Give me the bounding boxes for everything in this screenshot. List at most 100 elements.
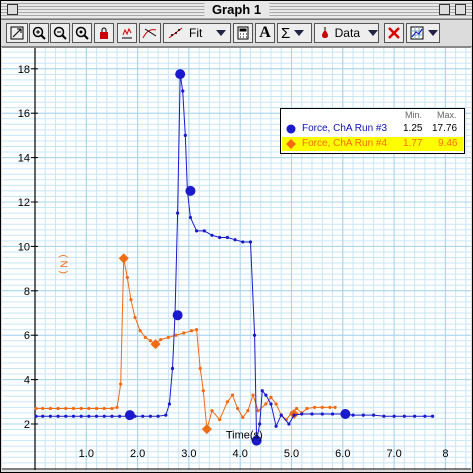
- data-point: [279, 413, 283, 417]
- calculator-button[interactable]: [233, 23, 253, 43]
- data-point: [181, 89, 185, 93]
- y-tick-label: 16: [18, 108, 30, 120]
- data-point: [87, 406, 91, 411]
- data-point: [156, 414, 160, 418]
- stats-icon: [122, 27, 132, 39]
- data-point: [41, 406, 45, 411]
- legend-row-run4[interactable]: Force, ChA Run #4 1.77 9.46: [282, 137, 463, 151]
- data-point: [64, 406, 68, 411]
- data-point: [79, 406, 83, 411]
- circle-marker: [172, 310, 183, 321]
- text-tool-button[interactable]: A: [255, 23, 275, 43]
- circle-marker-icon: [286, 124, 296, 134]
- fit-menu[interactable]: Fit: [163, 23, 231, 43]
- data-point: [159, 338, 163, 342]
- data-point: [413, 414, 417, 418]
- examine-button[interactable]: [72, 23, 92, 43]
- legend-series-name: Force, ChA Run #3: [302, 123, 388, 134]
- diamond-marker: [201, 424, 212, 435]
- lock-icon: [100, 27, 108, 39]
- chevron-down-icon: [368, 30, 378, 36]
- data-point: [251, 393, 255, 397]
- data-point: [133, 315, 137, 320]
- data-point: [71, 414, 76, 418]
- data-point: [382, 414, 386, 418]
- tangent-button[interactable]: [139, 23, 161, 43]
- data-point: [292, 413, 296, 417]
- lock-button[interactable]: [94, 23, 114, 43]
- x-tick-label: 2.0: [130, 448, 145, 460]
- data-point: [194, 328, 199, 332]
- tangent-icon: [142, 28, 157, 39]
- data-point: [118, 414, 122, 418]
- data-point: [305, 406, 309, 411]
- data-point: [194, 229, 199, 233]
- data-point: [241, 240, 245, 244]
- data-point: [94, 406, 99, 411]
- data-point: [264, 393, 268, 397]
- data-point: [361, 413, 365, 417]
- zoom-in-button[interactable]: [29, 23, 49, 43]
- data-point: [274, 402, 278, 406]
- collapse-box[interactable]: [455, 4, 466, 15]
- x-tick-label: 3.0: [181, 448, 196, 460]
- data-point: [141, 414, 145, 418]
- data-point: [148, 414, 153, 418]
- legend-max-value: 9.46: [438, 138, 458, 149]
- zoom-box[interactable]: [439, 4, 450, 15]
- legend-min-value: 1.25: [403, 123, 423, 134]
- integral-menu[interactable]: Σ: [277, 23, 312, 43]
- autoscale-icon: [10, 26, 24, 40]
- zoom-out-button[interactable]: [50, 23, 70, 43]
- delete-button[interactable]: [384, 23, 404, 43]
- data-point: [102, 414, 106, 418]
- data-point: [230, 393, 235, 397]
- data-point: [138, 329, 142, 333]
- y-tick-label: 18: [18, 64, 30, 76]
- text-tool-label: A: [259, 24, 271, 41]
- stats-button[interactable]: [117, 23, 137, 43]
- data-point: [198, 366, 202, 371]
- chart-legend[interactable]: Min. Max. Force, ChA Run #3 1.25 17.76 F…: [280, 108, 465, 154]
- data-point: [236, 406, 240, 411]
- data-drop-icon: [322, 27, 328, 38]
- data-point: [371, 413, 376, 417]
- toolbar: Fit A Σ Data: [1, 20, 472, 47]
- data-point: [176, 211, 180, 215]
- legend-series-name: Force, ChA Run #4: [302, 138, 388, 149]
- data-point: [328, 405, 332, 409]
- data-point: [79, 414, 83, 418]
- chevron-down-icon: [216, 30, 227, 36]
- curve-fit-icon: [168, 27, 183, 39]
- graph-options-menu[interactable]: [406, 23, 440, 43]
- title-bar[interactable]: Graph 1: [1, 1, 472, 20]
- data-point: [167, 402, 172, 406]
- data-point: [269, 395, 273, 399]
- data-point: [351, 413, 355, 417]
- calculator-icon: [237, 26, 249, 40]
- data-point: [300, 412, 304, 416]
- data-point: [287, 422, 291, 426]
- x-tick-label: 8: [442, 448, 448, 460]
- close-box[interactable]: [7, 4, 18, 15]
- autoscale-button[interactable]: [6, 23, 28, 43]
- data-point: [225, 235, 229, 240]
- data-point: [218, 235, 222, 240]
- data-point: [166, 335, 170, 340]
- data-point: [241, 415, 245, 419]
- x-tick-label: 6.0: [335, 448, 350, 460]
- data-point: [148, 339, 153, 343]
- data-menu[interactable]: Data: [314, 23, 379, 43]
- data-point: [188, 215, 193, 220]
- data-point: [392, 414, 396, 418]
- data-point: [41, 414, 45, 418]
- data-point: [225, 400, 229, 404]
- data-label: Data: [334, 26, 360, 40]
- data-point: [164, 413, 168, 417]
- legend-row-run3[interactable]: Force, ChA Run #3 1.25 17.76: [282, 122, 463, 136]
- data-point: [248, 240, 253, 244]
- data-point: [34, 414, 38, 418]
- circle-marker: [185, 185, 196, 196]
- data-point: [71, 406, 76, 411]
- graph-plot-area[interactable]: 2 4 6 8 10 12 14 16 18 1.0 2.0 3.0 4.0 5.0 6.0 7.0 8 Time…: [2, 47, 471, 470]
